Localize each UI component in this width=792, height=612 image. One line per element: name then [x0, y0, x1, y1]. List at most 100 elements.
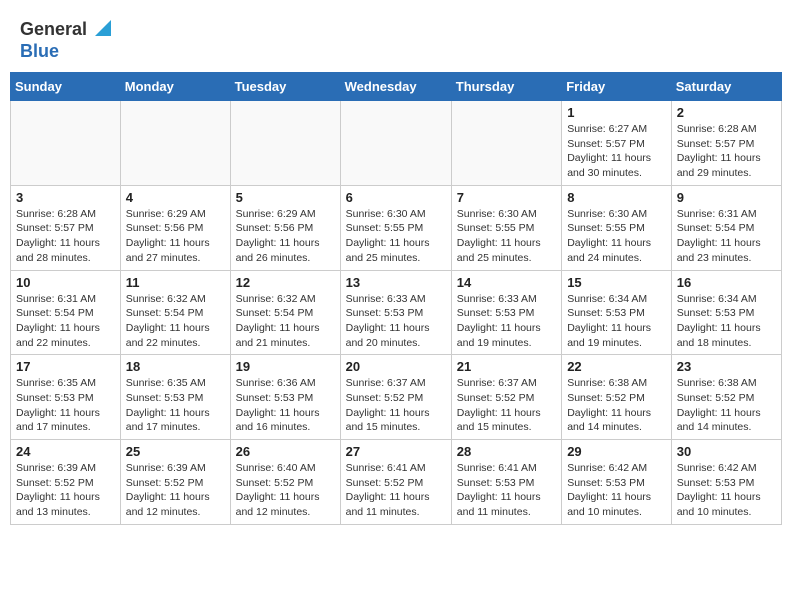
day-info: Sunrise: 6:40 AM Sunset: 5:52 PM Dayligh…: [236, 461, 335, 520]
day-info: Sunrise: 6:37 AM Sunset: 5:52 PM Dayligh…: [457, 376, 556, 435]
weekday-header-wednesday: Wednesday: [340, 73, 451, 101]
day-info: Sunrise: 6:27 AM Sunset: 5:57 PM Dayligh…: [567, 122, 666, 181]
day-info: Sunrise: 6:35 AM Sunset: 5:53 PM Dayligh…: [16, 376, 115, 435]
day-info: Sunrise: 6:32 AM Sunset: 5:54 PM Dayligh…: [236, 292, 335, 351]
calendar-cell: 12 Sunrise: 6:32 AM Sunset: 5:54 PM Dayli…: [230, 270, 340, 355]
day-number: 23: [677, 359, 776, 374]
calendar-cell: 11Sunrise: 6:32 AM Sunset: 5:54 PM Dayli…: [120, 270, 230, 355]
calendar-cell: 3 Sunrise: 6:28 AM Sunset: 5:57 PM Daylig…: [11, 185, 121, 270]
day-number: 30: [677, 444, 776, 459]
day-info: Sunrise: 6:41 AM Sunset: 5:53 PM Dayligh…: [457, 461, 556, 520]
day-info: Sunrise: 6:34 AM Sunset: 5:53 PM Dayligh…: [677, 292, 776, 351]
day-info: Sunrise: 6:37 AM Sunset: 5:52 PM Dayligh…: [346, 376, 446, 435]
week-row-2: 3 Sunrise: 6:28 AM Sunset: 5:57 PM Daylig…: [11, 185, 782, 270]
day-number: 9: [677, 190, 776, 205]
day-info: Sunrise: 6:28 AM Sunset: 5:57 PM Dayligh…: [16, 207, 115, 266]
day-info: Sunrise: 6:42 AM Sunset: 5:53 PM Dayligh…: [677, 461, 776, 520]
day-number: 14: [457, 275, 556, 290]
weekday-header-row: SundayMondayTuesdayWednesdayThursdayFrid…: [11, 73, 782, 101]
day-number: 2: [677, 105, 776, 120]
day-info: Sunrise: 6:32 AM Sunset: 5:54 PM Dayligh…: [126, 292, 225, 351]
calendar-cell: 30 Sunrise: 6:42 AM Sunset: 5:53 PM Dayli…: [671, 440, 781, 525]
day-number: 28: [457, 444, 556, 459]
calendar-cell: 15 Sunrise: 6:34 AM Sunset: 5:53 PM Dayli…: [562, 270, 672, 355]
day-number: 22: [567, 359, 666, 374]
calendar-cell: 13 Sunrise: 6:33 AM Sunset: 5:53 PM Dayli…: [340, 270, 451, 355]
calendar-cell: 6Sunrise: 6:30 AM Sunset: 5:55 PM Daylig…: [340, 185, 451, 270]
logo-general-text: General: [20, 19, 87, 40]
calendar-cell: 21 Sunrise: 6:37 AM Sunset: 5:52 PM Dayli…: [451, 355, 561, 440]
week-row-1: 1 Sunrise: 6:27 AM Sunset: 5:57 PM Daylig…: [11, 101, 782, 186]
day-info: Sunrise: 6:33 AM Sunset: 5:53 PM Dayligh…: [346, 292, 446, 351]
day-info: Sunrise: 6:39 AM Sunset: 5:52 PM Dayligh…: [126, 461, 225, 520]
weekday-header-tuesday: Tuesday: [230, 73, 340, 101]
day-number: 20: [346, 359, 446, 374]
day-number: 17: [16, 359, 115, 374]
calendar-cell: 5Sunrise: 6:29 AM Sunset: 5:56 PM Daylig…: [230, 185, 340, 270]
calendar-cell: 4 Sunrise: 6:29 AM Sunset: 5:56 PM Daylig…: [120, 185, 230, 270]
day-number: 19: [236, 359, 335, 374]
day-info: Sunrise: 6:41 AM Sunset: 5:52 PM Dayligh…: [346, 461, 446, 520]
day-number: 15: [567, 275, 666, 290]
day-number: 16: [677, 275, 776, 290]
day-info: Sunrise: 6:30 AM Sunset: 5:55 PM Dayligh…: [457, 207, 556, 266]
calendar-cell: [451, 101, 561, 186]
calendar: SundayMondayTuesdayWednesdayThursdayFrid…: [10, 72, 782, 525]
calendar-cell: 9 Sunrise: 6:31 AM Sunset: 5:54 PM Daylig…: [671, 185, 781, 270]
day-info: Sunrise: 6:35 AM Sunset: 5:53 PM Dayligh…: [126, 376, 225, 435]
day-number: 8: [567, 190, 666, 205]
day-info: Sunrise: 6:28 AM Sunset: 5:57 PM Dayligh…: [677, 122, 776, 181]
day-number: 4: [126, 190, 225, 205]
calendar-cell: 29 Sunrise: 6:42 AM Sunset: 5:53 PM Dayli…: [562, 440, 672, 525]
weekday-header-thursday: Thursday: [451, 73, 561, 101]
calendar-cell: 24 Sunrise: 6:39 AM Sunset: 5:52 PM Dayli…: [11, 440, 121, 525]
day-info: Sunrise: 6:36 AM Sunset: 5:53 PM Dayligh…: [236, 376, 335, 435]
day-info: Sunrise: 6:34 AM Sunset: 5:53 PM Dayligh…: [567, 292, 666, 351]
calendar-cell: 18 Sunrise: 6:35 AM Sunset: 5:53 PM Dayli…: [120, 355, 230, 440]
calendar-cell: 16 Sunrise: 6:34 AM Sunset: 5:53 PM Dayli…: [671, 270, 781, 355]
calendar-cell: [120, 101, 230, 186]
calendar-cell: [11, 101, 121, 186]
day-number: 29: [567, 444, 666, 459]
weekday-header-sunday: Sunday: [11, 73, 121, 101]
calendar-cell: 23Sunrise: 6:38 AM Sunset: 5:52 PM Dayli…: [671, 355, 781, 440]
day-info: Sunrise: 6:30 AM Sunset: 5:55 PM Dayligh…: [567, 207, 666, 266]
day-number: 1: [567, 105, 666, 120]
day-info: Sunrise: 6:31 AM Sunset: 5:54 PM Dayligh…: [16, 292, 115, 351]
logo: General Blue: [20, 18, 111, 62]
day-info: Sunrise: 6:30 AM Sunset: 5:55 PM Dayligh…: [346, 207, 446, 266]
calendar-cell: 10Sunrise: 6:31 AM Sunset: 5:54 PM Dayli…: [11, 270, 121, 355]
calendar-cell: 28 Sunrise: 6:41 AM Sunset: 5:53 PM Dayli…: [451, 440, 561, 525]
calendar-cell: [230, 101, 340, 186]
day-number: 27: [346, 444, 446, 459]
calendar-cell: 8 Sunrise: 6:30 AM Sunset: 5:55 PM Daylig…: [562, 185, 672, 270]
day-number: 26: [236, 444, 335, 459]
week-row-5: 24 Sunrise: 6:39 AM Sunset: 5:52 PM Dayli…: [11, 440, 782, 525]
calendar-cell: 2 Sunrise: 6:28 AM Sunset: 5:57 PM Daylig…: [671, 101, 781, 186]
day-number: 12: [236, 275, 335, 290]
day-info: Sunrise: 6:39 AM Sunset: 5:52 PM Dayligh…: [16, 461, 115, 520]
logo-arrow-icon: [91, 18, 111, 41]
day-number: 21: [457, 359, 556, 374]
calendar-cell: 19 Sunrise: 6:36 AM Sunset: 5:53 PM Dayli…: [230, 355, 340, 440]
day-number: 25: [126, 444, 225, 459]
calendar-cell: 22Sunrise: 6:38 AM Sunset: 5:52 PM Dayli…: [562, 355, 672, 440]
calendar-cell: 20 Sunrise: 6:37 AM Sunset: 5:52 PM Dayli…: [340, 355, 451, 440]
day-info: Sunrise: 6:42 AM Sunset: 5:53 PM Dayligh…: [567, 461, 666, 520]
day-number: 24: [16, 444, 115, 459]
calendar-cell: 7Sunrise: 6:30 AM Sunset: 5:55 PM Daylig…: [451, 185, 561, 270]
day-info: Sunrise: 6:31 AM Sunset: 5:54 PM Dayligh…: [677, 207, 776, 266]
day-number: 13: [346, 275, 446, 290]
weekday-header-monday: Monday: [120, 73, 230, 101]
calendar-cell: 27 Sunrise: 6:41 AM Sunset: 5:52 PM Dayli…: [340, 440, 451, 525]
day-number: 3: [16, 190, 115, 205]
header: General Blue: [10, 10, 782, 66]
weekday-header-friday: Friday: [562, 73, 672, 101]
weekday-header-saturday: Saturday: [671, 73, 781, 101]
day-number: 18: [126, 359, 225, 374]
day-info: Sunrise: 6:33 AM Sunset: 5:53 PM Dayligh…: [457, 292, 556, 351]
day-info: Sunrise: 6:29 AM Sunset: 5:56 PM Dayligh…: [126, 207, 225, 266]
day-info: Sunrise: 6:29 AM Sunset: 5:56 PM Dayligh…: [236, 207, 335, 266]
calendar-cell: 25 Sunrise: 6:39 AM Sunset: 5:52 PM Dayli…: [120, 440, 230, 525]
logo-blue-text: Blue: [20, 41, 59, 61]
